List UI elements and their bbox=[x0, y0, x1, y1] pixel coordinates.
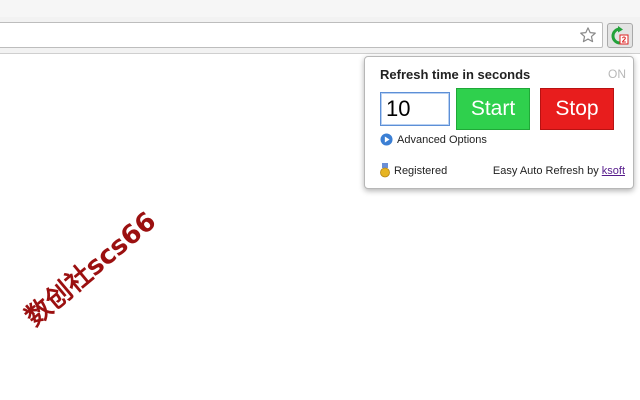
credit-line: Easy Auto Refresh by ksoft bbox=[493, 165, 625, 177]
start-button[interactable]: Start bbox=[456, 88, 530, 130]
status-indicator[interactable]: ON bbox=[608, 67, 626, 81]
credit-text: Easy Auto Refresh by bbox=[492, 165, 602, 177]
star-icon bbox=[580, 27, 596, 43]
tab-strip bbox=[0, 0, 640, 18]
popup-title: Refresh time in seconds bbox=[380, 67, 531, 82]
play-circle-icon bbox=[380, 133, 393, 146]
stop-button[interactable]: Stop bbox=[540, 88, 614, 130]
advanced-options-label: Advanced Options bbox=[397, 133, 487, 146]
advanced-options-link[interactable]: Advanced Options bbox=[380, 133, 487, 146]
bookmark-star-button[interactable] bbox=[577, 24, 599, 46]
extension-popup: Refresh time in seconds ON Start Stop Ad… bbox=[364, 56, 634, 189]
registered-label: Registered bbox=[394, 164, 448, 177]
ksoft-link[interactable]: ksoft bbox=[602, 165, 625, 177]
easy-auto-refresh-extension-button[interactable]: 2 bbox=[607, 23, 633, 48]
easy-auto-refresh-icon: 2 bbox=[611, 25, 629, 44]
watermark-text: 数创社scs66 bbox=[19, 206, 163, 333]
address-bar[interactable] bbox=[0, 22, 603, 48]
registration-status: Registered bbox=[380, 163, 447, 178]
seconds-input[interactable] bbox=[380, 92, 450, 126]
extension-badge-count: 2 bbox=[622, 35, 627, 44]
medal-icon bbox=[380, 163, 390, 178]
